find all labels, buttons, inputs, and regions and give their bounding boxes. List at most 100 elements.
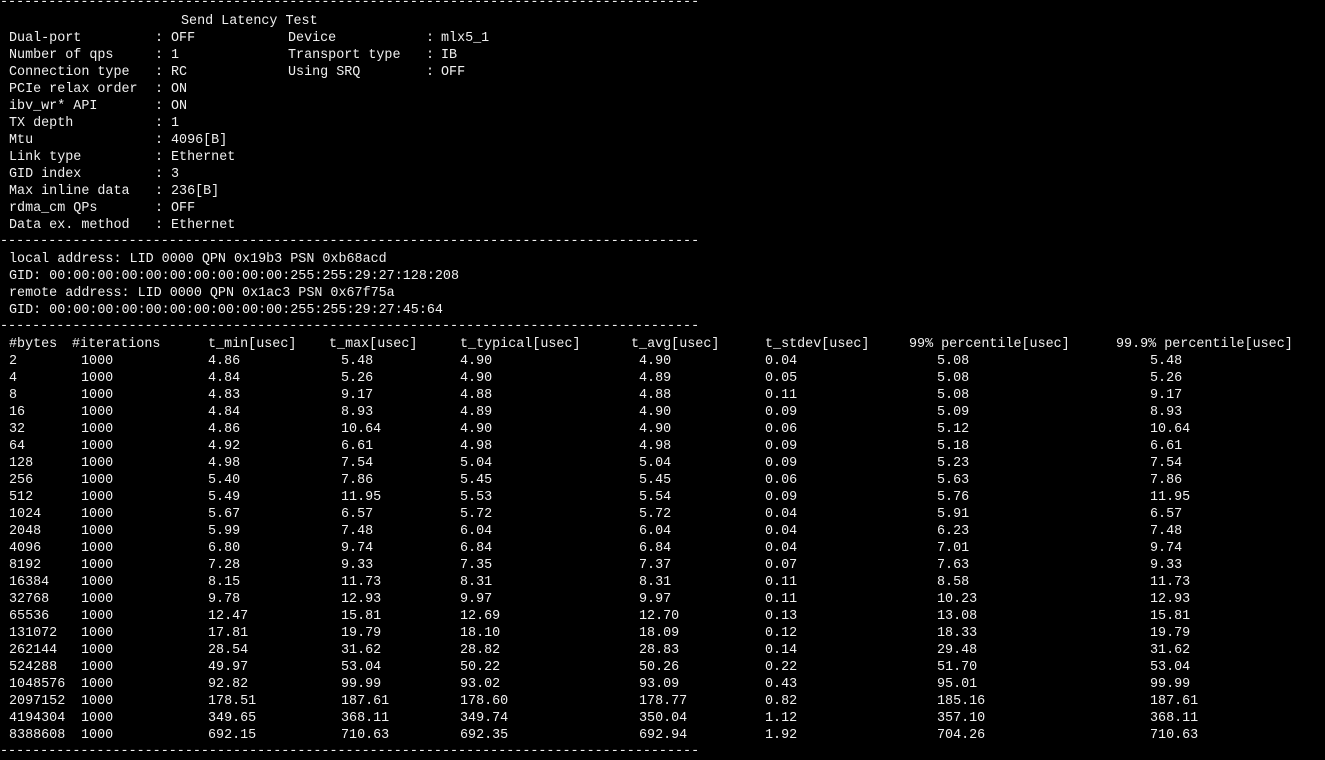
table-cell: 6.84 xyxy=(460,541,493,556)
table-cell: 5.53 xyxy=(460,490,493,505)
table-cell: 10.64 xyxy=(341,422,382,437)
gid-line: GID: 00:00:00:00:00:00:00:00:00:00:255:2… xyxy=(9,303,443,318)
table-cell: 8.93 xyxy=(1150,405,1183,420)
table-cell: 4.92 xyxy=(208,439,241,454)
config-line: ibv_wr* API: ON xyxy=(0,98,800,115)
table-cell: 13.08 xyxy=(937,609,978,624)
config-key: rdma_cm QPs xyxy=(9,201,98,216)
table-cell: 4.90 xyxy=(460,371,493,386)
table-cell: 178.51 xyxy=(208,694,257,709)
config-separator: : xyxy=(426,31,435,46)
table-cell: 32 xyxy=(9,422,26,437)
table-cell: 4 xyxy=(9,371,18,386)
table-cell: 1000 xyxy=(81,354,114,369)
table-cell: 0.11 xyxy=(765,592,798,607)
table-cell: 0.11 xyxy=(765,388,798,403)
table-cell: 5.72 xyxy=(639,507,672,522)
table-cell: 11.95 xyxy=(341,490,382,505)
table-cell: 4.89 xyxy=(460,405,493,420)
table-cell: 710.63 xyxy=(341,728,390,743)
config-value: RC xyxy=(171,65,188,80)
config-value: mlx5_1 xyxy=(441,31,490,46)
table-cell: 1000 xyxy=(81,592,114,607)
table-cell: 0.12 xyxy=(765,626,798,641)
table-cell: 512 xyxy=(9,490,34,505)
table-cell: 6.80 xyxy=(208,541,241,556)
table-cell: 5.63 xyxy=(937,473,970,488)
table-cell: 7.86 xyxy=(1150,473,1183,488)
config-key: Max inline data xyxy=(9,184,130,199)
table-cell: 1.92 xyxy=(765,728,798,743)
table-cell: 256 xyxy=(9,473,34,488)
table-cell: 16 xyxy=(9,405,26,420)
table-cell: 9.33 xyxy=(341,558,374,573)
config-key: Dual-port xyxy=(9,31,82,46)
table-cell: 9.74 xyxy=(1150,541,1183,556)
config-separator: : xyxy=(426,65,435,80)
table-row: 262144 1000 28.54 31.62 28.82 28.83 0.14 29.48 3… xyxy=(0,642,1325,659)
column-header: t_typical[usec] xyxy=(460,337,581,352)
column-header: #iterations xyxy=(72,337,161,352)
table-cell: 4.89 xyxy=(639,371,672,386)
config-line: rdma_cm QPs: OFF xyxy=(0,200,800,217)
table-cell: 95.01 xyxy=(937,677,978,692)
table-cell: 64 xyxy=(9,439,26,454)
separator-line: ----------------------------------------… xyxy=(0,0,700,10)
table-cell: 5.76 xyxy=(937,490,970,505)
table-cell: 6.61 xyxy=(341,439,374,454)
table-cell: 4.98 xyxy=(460,439,493,454)
table-cell: 7.35 xyxy=(460,558,493,573)
table-cell: 1000 xyxy=(81,439,114,454)
table-row: 2 1000 4.86 5.48 4.90 4.90 0.04 5.08 5.48 xyxy=(0,353,1325,370)
column-header: t_min[usec] xyxy=(208,337,297,352)
table-cell: 50.22 xyxy=(460,660,501,675)
config-key: Link type xyxy=(9,150,82,165)
config-key: Using SRQ xyxy=(288,65,361,80)
table-row: 8 1000 4.83 9.17 4.88 4.88 0.11 5.08 9.17 xyxy=(0,387,1325,404)
table-cell: 8.31 xyxy=(639,575,672,590)
table-cell: 6.84 xyxy=(639,541,672,556)
table-cell: 99.99 xyxy=(341,677,382,692)
table-cell: 4.90 xyxy=(460,354,493,369)
table-cell: 19.79 xyxy=(1150,626,1191,641)
config-key: Transport type xyxy=(288,48,401,63)
table-cell: 11.73 xyxy=(1150,575,1191,590)
table-cell: 5.23 xyxy=(937,456,970,471)
table-cell: 692.94 xyxy=(639,728,688,743)
config-value: 3 xyxy=(171,167,180,182)
table-cell: 5.72 xyxy=(460,507,493,522)
table-cell: 28.54 xyxy=(208,643,249,658)
test-title: Send Latency Test xyxy=(181,14,318,29)
config-key: Device xyxy=(288,31,337,46)
table-cell: 7.63 xyxy=(937,558,970,573)
table-row: 8192 1000 7.28 9.33 7.35 7.37 0.07 7.63 9.33 xyxy=(0,557,1325,574)
column-header: #bytes xyxy=(9,337,58,352)
table-cell: 65536 xyxy=(9,609,50,624)
config-key: PCIe relax order xyxy=(9,82,138,97)
table-cell: 1000 xyxy=(81,677,114,692)
table-row: 1048576 1000 92.82 99.99 93.02 93.09 0.43 95.01… xyxy=(0,676,1325,693)
table-cell: 0.82 xyxy=(765,694,798,709)
table-cell: 6.57 xyxy=(1150,507,1183,522)
table-cell: 12.70 xyxy=(639,609,680,624)
config-value: 1 xyxy=(171,48,180,63)
table-cell: 1000 xyxy=(81,490,114,505)
table-cell: 92.82 xyxy=(208,677,249,692)
table-cell: 29.48 xyxy=(937,643,978,658)
table-row: 2097152 1000 178.51 187.61 178.60 178.77 0.82 1… xyxy=(0,693,1325,710)
table-cell: 7.86 xyxy=(341,473,374,488)
table-cell: 187.61 xyxy=(1150,694,1199,709)
table-cell: 7.48 xyxy=(341,524,374,539)
table-cell: 7.54 xyxy=(1150,456,1183,471)
table-cell: 4.84 xyxy=(208,371,241,386)
table-cell: 187.61 xyxy=(341,694,390,709)
separator-line: ----------------------------------------… xyxy=(0,744,700,759)
table-cell: 1000 xyxy=(81,405,114,420)
table-cell: 9.74 xyxy=(341,541,374,556)
column-header: 99% percentile[usec] xyxy=(909,337,1070,352)
table-cell: 8 xyxy=(9,388,18,403)
table-row: 32768 1000 9.78 12.93 9.97 9.97 0.11 10.23 12.93 xyxy=(0,591,1325,608)
terminal-window[interactable]: ----------------------------------------… xyxy=(0,0,1325,759)
table-cell: 5.67 xyxy=(208,507,241,522)
table-cell: 9.97 xyxy=(460,592,493,607)
